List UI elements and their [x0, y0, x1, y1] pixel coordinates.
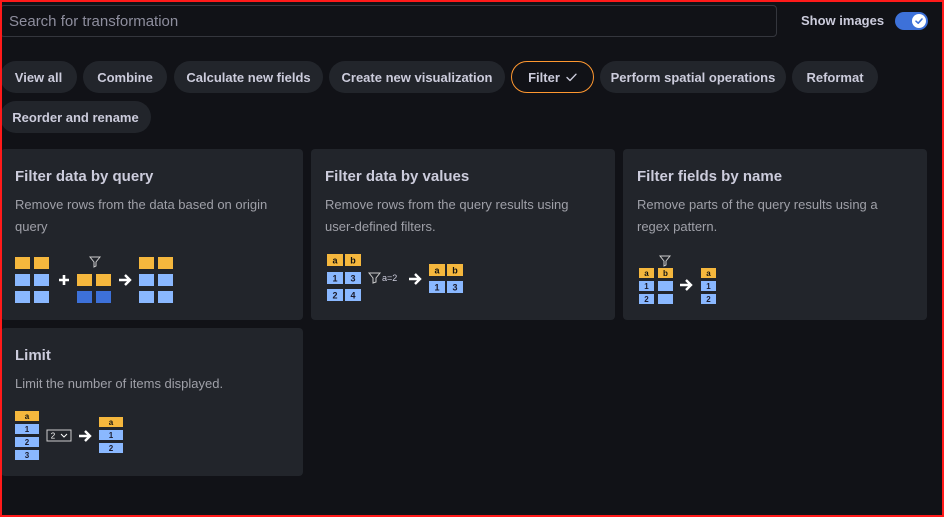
- window-top-border: [0, 0, 944, 2]
- toggle-knob: [912, 14, 926, 28]
- svg-text:b: b: [350, 256, 356, 266]
- chip-label: Create new visualization: [341, 69, 493, 85]
- svg-text:b: b: [663, 269, 668, 278]
- chip-label: Reformat: [806, 69, 864, 85]
- chip-reorder-and-rename[interactable]: Reorder and rename: [0, 101, 151, 133]
- card-filter-data-by-query[interactable]: Filter data by query Remove rows from th…: [1, 149, 303, 320]
- svg-text:2: 2: [644, 295, 649, 304]
- card-filter-fields-by-name[interactable]: Filter fields by name Remove parts of th…: [623, 149, 927, 320]
- search-box[interactable]: [0, 5, 777, 37]
- filter-by-name-illustration: a b 1 2 a 1 2: [639, 255, 716, 304]
- svg-text:3: 3: [350, 274, 355, 284]
- filter-by-query-illustration: [15, 256, 173, 303]
- limit-illustration: a 1 2 3 2 a 1 2: [15, 411, 123, 460]
- card-title: Filter fields by name: [637, 168, 783, 185]
- chip-label: Combine: [97, 69, 153, 85]
- chip-label: Perform spatial operations: [610, 69, 776, 85]
- card-title: Filter data by query: [15, 168, 154, 185]
- card-filter-data-by-values[interactable]: Filter data by values Remove rows from t…: [311, 149, 615, 320]
- chip-combine[interactable]: Combine: [83, 61, 167, 93]
- svg-text:2: 2: [706, 295, 711, 304]
- search-input[interactable]: [9, 12, 776, 30]
- show-images-label: Show images: [801, 13, 885, 28]
- chip-label: Calculate new fields: [186, 69, 311, 85]
- svg-text:1: 1: [109, 431, 114, 440]
- svg-text:2: 2: [25, 438, 30, 447]
- svg-text:1: 1: [25, 425, 30, 434]
- svg-text:2: 2: [332, 291, 337, 301]
- svg-text:1: 1: [332, 274, 337, 284]
- chip-label: Reorder and rename: [12, 109, 139, 125]
- card-title: Filter data by values: [325, 168, 470, 185]
- svg-text:a: a: [706, 269, 711, 278]
- svg-text:b: b: [452, 266, 458, 276]
- svg-text:1: 1: [706, 282, 711, 291]
- chip-filter[interactable]: Filter: [511, 61, 594, 93]
- svg-text:3: 3: [25, 451, 30, 460]
- card-description: Limit the number of items displayed.: [15, 376, 224, 391]
- chip-calculate-new-fields[interactable]: Calculate new fields: [174, 61, 323, 93]
- check-icon: [566, 73, 577, 82]
- card-description: Remove rows from the data based on origi…: [15, 197, 268, 234]
- svg-text:a: a: [644, 269, 649, 278]
- svg-text:a: a: [25, 412, 30, 421]
- show-images-toggle[interactable]: [895, 12, 928, 30]
- chip-label: Filter: [528, 69, 560, 85]
- chip-perform-spatial-operations[interactable]: Perform spatial operations: [600, 61, 786, 93]
- svg-text:1: 1: [644, 282, 649, 291]
- svg-text:4: 4: [350, 291, 355, 301]
- svg-text:2: 2: [51, 432, 56, 441]
- svg-text:1: 1: [434, 283, 439, 293]
- svg-text:a=2: a=2: [382, 273, 397, 283]
- filter-by-values-illustration: a b 1 3 2 4 a=2 a b 1 3: [327, 254, 463, 301]
- card-limit[interactable]: Limit Limit the number of items displaye…: [1, 328, 303, 476]
- chip-reformat[interactable]: Reformat: [792, 61, 878, 93]
- card-description: Remove rows from the query results using…: [325, 197, 569, 234]
- card-description: Remove parts of the query results using …: [637, 197, 878, 234]
- svg-text:a: a: [109, 418, 114, 427]
- chip-create-new-visualization[interactable]: Create new visualization: [329, 61, 505, 93]
- svg-text:3: 3: [452, 283, 457, 293]
- svg-text:2: 2: [109, 444, 114, 453]
- show-images-control: Show images: [801, 13, 884, 28]
- chip-label: View all: [14, 69, 63, 85]
- chip-view-all[interactable]: View all: [0, 61, 77, 93]
- check-icon: [915, 18, 923, 24]
- card-title: Limit: [15, 347, 51, 364]
